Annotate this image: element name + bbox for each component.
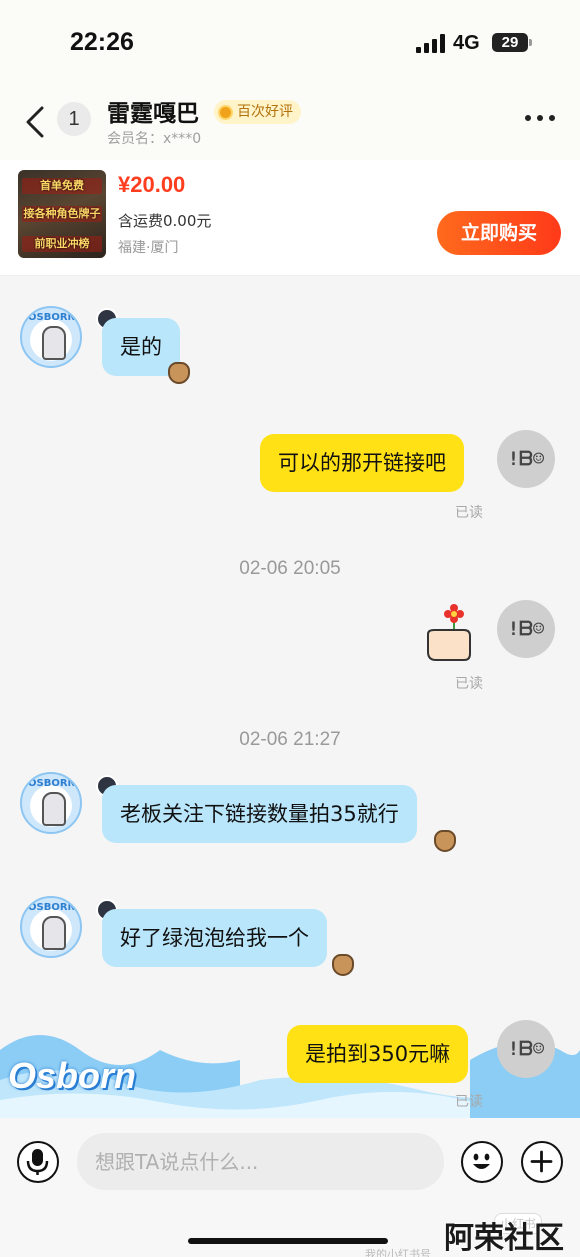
status-bar: 22:26 4G 29 [0, 0, 580, 88]
message-bubble[interactable]: 老板关注下链接数量拍35就行 [102, 785, 417, 843]
message-timestamp: 02-06 20:05 [239, 558, 341, 579]
chat-header: 1 雷霆嘎巴 百次好评 会员名：x***0 [0, 88, 580, 160]
message-bubble[interactable]: 是拍到350元嘛 [287, 1025, 469, 1083]
rating-badge-label: 百次好评 [237, 104, 293, 120]
my-avatar[interactable]: !ᗷ☺ [497, 600, 555, 658]
product-location: 福建·厦门 [118, 240, 179, 256]
emoji-icon[interactable] [461, 1141, 503, 1183]
battery-cap [529, 39, 532, 46]
read-status: 已读 [455, 505, 483, 521]
product-thumbnail[interactable]: 首单免费 接各种角色牌子 前职业冲榜 [18, 170, 106, 258]
message-bubble[interactable]: 可以的那开链接吧 [260, 434, 464, 492]
buy-now-button[interactable]: 立即购买 [437, 211, 561, 255]
medal-icon [218, 104, 233, 120]
bubble-sticker [434, 830, 456, 852]
watermark-id: 我的小红书号 [365, 1248, 431, 1257]
brand-decoration: Osborn [8, 1055, 137, 1096]
message-input[interactable] [77, 1133, 444, 1190]
battery-icon: 29 [492, 33, 528, 52]
more-icon[interactable] [520, 106, 560, 130]
unread-count-badge[interactable]: 1 [57, 102, 91, 136]
plus-icon[interactable] [521, 1141, 563, 1183]
product-card[interactable]: 首单免费 接各种角色牌子 前职业冲榜 ¥20.00 含运费0.00元 福建·厦门… [0, 160, 580, 276]
rating-badge[interactable]: 百次好评 [214, 100, 301, 124]
bubble-sticker [332, 954, 354, 976]
message-timestamp: 02-06 21:27 [239, 729, 341, 750]
product-shipping: 含运费0.00元 [118, 212, 212, 230]
signal-icon [416, 33, 446, 53]
back-arrow-icon[interactable] [22, 104, 52, 140]
read-status: 已读 [455, 1094, 483, 1110]
seller-avatar[interactable]: OSBORN [20, 306, 82, 368]
thumb-text-3: 前职业冲榜 [22, 236, 102, 252]
thumb-text-1: 首单免费 [22, 178, 102, 194]
seller-avatar[interactable]: OSBORN [20, 772, 82, 834]
seller-avatar[interactable]: OSBORN [20, 896, 82, 958]
member-id: 会员名：x***0 [107, 131, 202, 147]
product-price: ¥20.00 [118, 172, 186, 197]
thumb-text-2: 接各种角色牌子 [22, 206, 102, 222]
contact-name[interactable]: 雷霆嘎巴 [107, 94, 199, 128]
read-status: 已读 [455, 676, 483, 692]
message-bubble[interactable]: 好了绿泡泡给我一个 [102, 909, 327, 967]
flower-hand-sticker[interactable] [424, 604, 474, 662]
bubble-sticker [168, 362, 190, 384]
microphone-icon[interactable] [17, 1141, 59, 1183]
my-avatar[interactable]: !ᗷ☺ [497, 430, 555, 488]
home-indicator[interactable] [188, 1238, 388, 1244]
network-type: 4G [453, 32, 480, 54]
status-time: 22:26 [70, 28, 134, 56]
watermark-site: 阿荣社区 [444, 1221, 564, 1256]
my-avatar[interactable]: !ᗷ☺ [497, 1020, 555, 1078]
